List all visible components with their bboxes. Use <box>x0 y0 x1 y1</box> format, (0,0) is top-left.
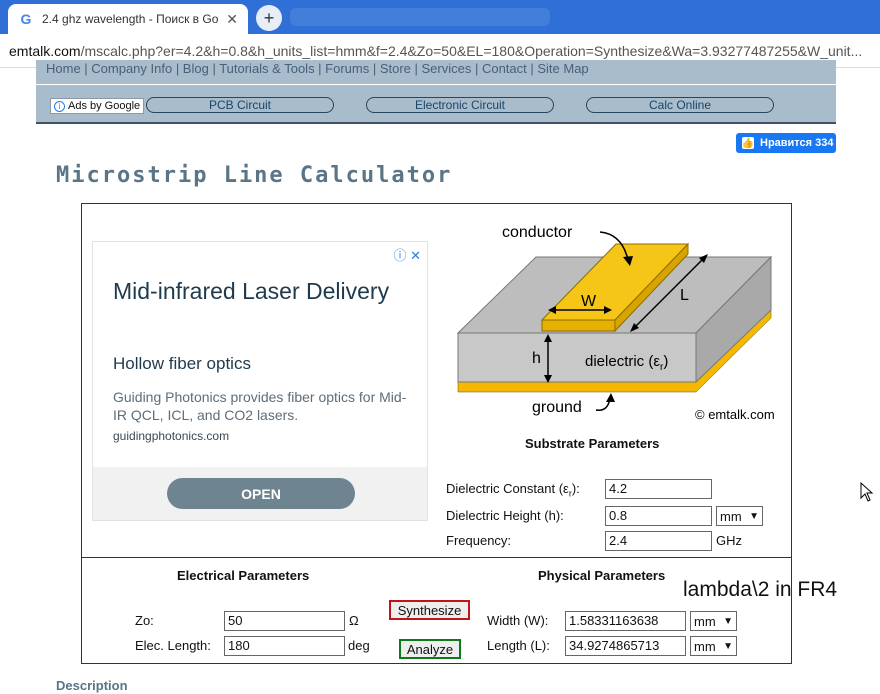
ad-block[interactable]: ⓘ ✕ Mid-infrared Laser Delivery Hollow f… <box>92 241 428 521</box>
ad-link-electronic-circuit[interactable]: Electronic Circuit <box>366 97 554 113</box>
dielectric-constant-input[interactable]: 4.2 <box>605 479 712 499</box>
frequency-input[interactable]: 2.4 <box>605 531 712 551</box>
new-tab-button[interactable]: + <box>256 5 282 31</box>
electrical-heading: Electrical Parameters <box>177 568 310 583</box>
ad-open-button[interactable]: OPEN <box>167 478 355 509</box>
width-unit-select[interactable]: mm ▼ <box>690 611 737 631</box>
physical-heading: Physical Parameters <box>538 568 666 583</box>
elec-length-unit: deg <box>348 638 370 653</box>
microstrip-diagram: conductor W L h dielectric (εr) ground ©… <box>456 224 775 422</box>
conductor-label: conductor <box>502 224 573 241</box>
page-title: Microstrip Line Calculator <box>56 163 453 188</box>
close-tab-icon[interactable]: ✕ <box>226 11 238 28</box>
ads-link-row: i Ads by Google PCB Circuit Electronic Ci… <box>36 84 836 124</box>
w-label: W <box>581 293 597 310</box>
tab-title: 2.4 ghz wavelength - Поиск в Go <box>42 12 219 26</box>
chevron-down-icon: ▼ <box>723 615 733 627</box>
chevron-down-icon: ▼ <box>749 510 759 522</box>
chevron-down-icon: ▼ <box>723 640 733 652</box>
dielectric-height-input[interactable]: 0.8 <box>605 506 712 526</box>
elec-length-input[interactable]: 180 <box>224 636 345 656</box>
adchoices-icon[interactable]: ⓘ ✕ <box>393 245 421 264</box>
zo-label: Zo: <box>135 613 154 628</box>
divider <box>81 557 792 558</box>
user-annotation: lambda\2 in FR4 <box>683 578 838 601</box>
thumbs-up-icon: 👍 <box>741 137 755 149</box>
h-label: h <box>532 350 541 367</box>
ad-title[interactable]: Mid-infrared Laser Delivery <box>113 276 413 306</box>
ad-link-calc-online[interactable]: Calc Online <box>586 97 774 113</box>
google-icon: G <box>20 11 32 27</box>
ad-description: Guiding Photonics provides fiber optics … <box>113 389 407 423</box>
site-nav-links[interactable]: Home | Company Info | Blog | Tutorials &… <box>46 61 589 76</box>
ad-link-pcb-circuit[interactable]: PCB Circuit <box>146 97 334 113</box>
info-icon: i <box>54 100 65 112</box>
frequency-unit: GHz <box>716 533 742 548</box>
length-unit-select[interactable]: mm ▼ <box>690 636 737 656</box>
length-label: Length (L): <box>487 638 550 653</box>
description-link[interactable]: Description <box>56 678 128 693</box>
frequency-label: Frequency: <box>446 533 512 548</box>
zo-input[interactable]: 50 <box>224 611 345 631</box>
ground-label: ground <box>532 399 582 416</box>
url-text[interactable]: emtalk.com/mscalc.php?er=4.2&h=0.8&h_uni… <box>9 43 877 59</box>
blurred-tab[interactable] <box>290 8 550 26</box>
mouse-cursor-icon <box>860 482 874 502</box>
dielectric-height-label: Dielectric Height (h): <box>446 508 564 523</box>
ads-by-google[interactable]: i Ads by Google <box>50 98 145 114</box>
l-label: L <box>680 287 689 304</box>
width-input[interactable]: 1.58331163638 <box>565 611 686 631</box>
browser-tab-bar: G 2.4 ghz wavelength - Поиск в Go ✕ + <box>0 0 880 34</box>
height-unit-select[interactable]: mm ▼ <box>716 506 763 526</box>
substrate-heading: Substrate Parameters <box>525 436 660 451</box>
copyright-label: © emtalk.com <box>695 407 775 422</box>
ad-domain: guidingphotonics.com <box>113 429 230 443</box>
zo-unit: Ω <box>349 613 359 628</box>
dielectric-constant-label: Dielectric Constant (εr): <box>446 481 580 499</box>
length-input[interactable]: 34.9274865713 <box>565 636 686 656</box>
width-label: Width (W): <box>487 613 549 628</box>
browser-tab[interactable]: G 2.4 ghz wavelength - Поиск в Go ✕ <box>8 4 248 34</box>
facebook-like-button[interactable]: 👍 Нравится 334 <box>736 133 836 153</box>
elec-length-label: Elec. Length: <box>135 638 211 653</box>
site-nav: Home | Company Info | Blog | Tutorials &… <box>36 60 836 84</box>
ad-subtitle: Hollow fiber optics <box>113 354 251 373</box>
synthesize-button[interactable]: Synthesize <box>389 600 470 620</box>
analyze-button[interactable]: Analyze <box>399 639 461 659</box>
